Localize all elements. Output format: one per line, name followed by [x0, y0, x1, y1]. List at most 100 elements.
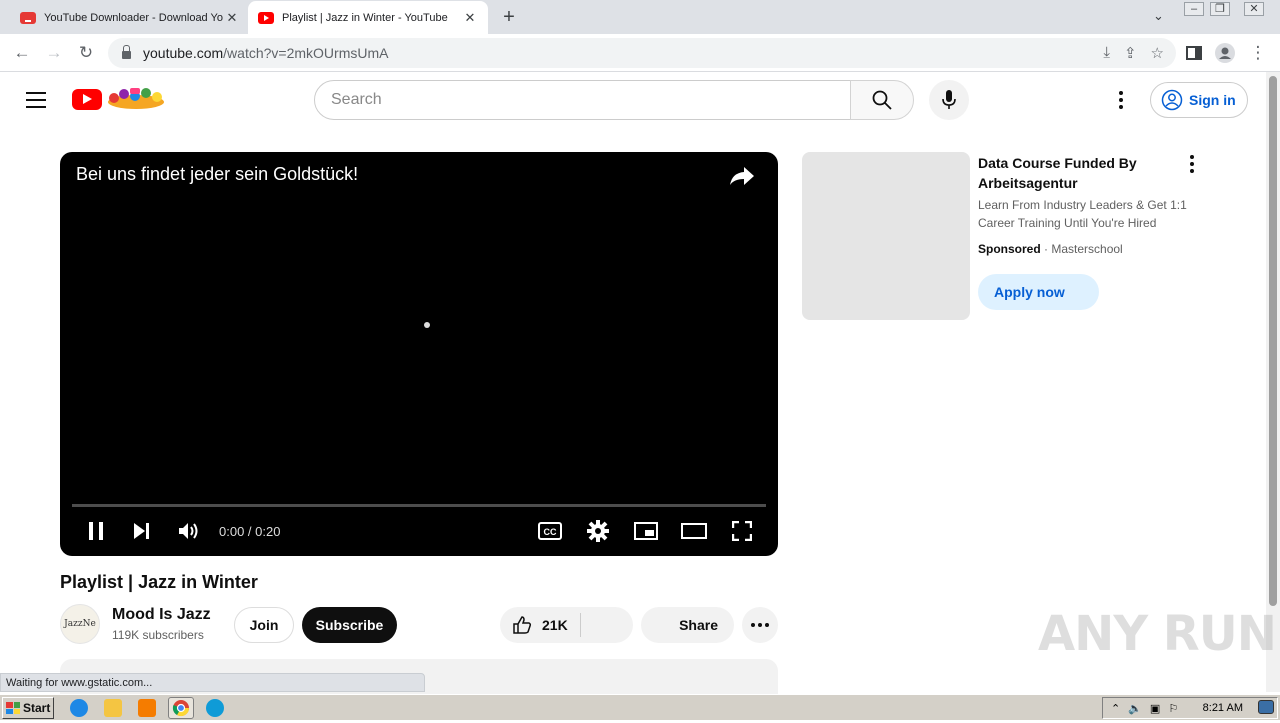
channel-name[interactable]: Mood Is Jazz: [112, 606, 211, 624]
like-count: 21K: [542, 617, 568, 633]
share-arrow-icon[interactable]: [728, 164, 756, 188]
restore-button[interactable]: ❐: [1210, 2, 1230, 16]
mute-button[interactable]: [171, 516, 207, 546]
tab-title: Playlist | Jazz in Winter - YouTube: [282, 11, 448, 24]
dislike-button[interactable]: [582, 607, 633, 643]
settings-button[interactable]: [580, 516, 616, 546]
sponsored-label: Sponsored: [978, 242, 1041, 256]
youtube-favicon-icon: [258, 11, 274, 24]
advertiser-name: Masterschool: [1051, 242, 1123, 256]
tray-expand-icon[interactable]: ⌃: [1111, 702, 1120, 715]
internet-explorer-icon[interactable]: [70, 699, 88, 717]
fullscreen-button[interactable]: [724, 516, 760, 546]
youtube-doodle-logo[interactable]: [106, 84, 166, 110]
share-button[interactable]: Share: [641, 607, 734, 643]
search-button[interactable]: [850, 80, 914, 120]
ad-thumbnail[interactable]: [802, 152, 970, 320]
miniplayer-icon: [634, 522, 658, 540]
tab-youtube-downloader[interactable]: YouTube Downloader - Download Yo ✕: [10, 1, 250, 34]
url-host: youtube.com: [143, 45, 224, 61]
time-display: 0:00 / 0:20: [219, 524, 281, 539]
page-scrollbar-thumb[interactable]: [1269, 76, 1277, 606]
ad-title[interactable]: Data Course Funded By Arbeitsagentur: [978, 153, 1168, 193]
url-path: /watch?v=2mkOUrmsUmA: [223, 45, 389, 61]
like-dislike-group: 21K: [500, 607, 633, 643]
progress-bar[interactable]: [72, 504, 766, 507]
video-player[interactable]: Bei uns findet jeder sein Goldstück! 0:0…: [60, 152, 778, 556]
sign-in-label: Sign in: [1189, 92, 1236, 108]
chrome-taskbar-button[interactable]: [168, 697, 194, 719]
browser-toolbar: ← → ↻ youtube.com/watch?v=2mkOUrmsUmA ⤓ …: [0, 34, 1280, 72]
lock-icon: [122, 45, 131, 59]
next-button[interactable]: [124, 516, 160, 546]
channel-avatar[interactable]: JazzNe: [60, 604, 100, 644]
search-input[interactable]: [331, 91, 850, 109]
join-button[interactable]: Join: [234, 607, 294, 643]
flag-tray-icon[interactable]: ⚐: [1168, 702, 1178, 715]
start-label: Start: [23, 701, 51, 715]
network-tray-icon[interactable]: ▣: [1150, 702, 1160, 715]
apply-now-button[interactable]: Apply now: [978, 274, 1099, 310]
subtitles-button[interactable]: CC: [532, 516, 568, 546]
channel-avatar-text: JazzNe: [64, 619, 96, 629]
settings-more-icon[interactable]: [1110, 89, 1132, 111]
tab-title: YouTube Downloader - Download Yo: [44, 11, 223, 24]
theater-mode-icon: [681, 523, 707, 539]
pause-button[interactable]: [78, 516, 114, 546]
tab-youtube-playlist[interactable]: Playlist | Jazz in Winter - YouTube ✕: [248, 1, 488, 34]
reload-icon[interactable]: ↻: [74, 41, 98, 65]
miniplayer-button[interactable]: [628, 516, 664, 546]
media-player-icon[interactable]: [138, 699, 156, 717]
download-favicon-icon: [20, 11, 36, 24]
tab-search-chevron-icon[interactable]: ⌄: [1153, 8, 1164, 24]
browser-tab-bar: YouTube Downloader - Download Yo ✕ Playl…: [0, 0, 1280, 34]
gear-icon: [587, 520, 609, 542]
chrome-menu-icon[interactable]: ⋮: [1246, 41, 1270, 65]
profile-avatar-icon[interactable]: [1213, 41, 1237, 65]
back-arrow-icon[interactable]: ←: [10, 41, 34, 65]
youtube-logo-icon[interactable]: [72, 89, 102, 110]
edge-icon[interactable]: [206, 699, 224, 717]
volume-icon: [179, 523, 198, 539]
like-button[interactable]: 21K: [512, 615, 568, 635]
close-tab-icon[interactable]: ✕: [224, 10, 240, 26]
hamburger-menu-icon[interactable]: [26, 92, 46, 108]
start-button[interactable]: Start: [2, 697, 54, 719]
youtube-header: Sign in: [0, 72, 1266, 128]
fullscreen-icon: [732, 521, 752, 541]
side-panel-icon[interactable]: [1182, 41, 1206, 65]
sign-in-button[interactable]: Sign in: [1150, 82, 1248, 118]
file-explorer-icon[interactable]: [104, 699, 122, 717]
microphone-icon: [942, 90, 956, 109]
close-window-button[interactable]: ✕: [1244, 2, 1264, 16]
account-circle-icon: [1161, 89, 1183, 111]
loading-spinner: [424, 322, 430, 328]
share-page-icon[interactable]: ⇪: [1124, 44, 1137, 62]
search-icon: [872, 90, 892, 110]
closed-captions-icon: CC: [538, 522, 562, 540]
new-tab-button[interactable]: +: [498, 6, 520, 29]
anyrun-watermark: ANY RUN: [1038, 606, 1277, 662]
theater-mode-button[interactable]: [676, 516, 712, 546]
clock: 8:21 AM: [1202, 702, 1243, 714]
windows-taskbar: Start ⌃ 🔈 ▣ ⚐ 8:21 AM: [0, 694, 1280, 720]
bookmark-star-icon[interactable]: ☆: [1151, 44, 1164, 62]
show-desktop-icon[interactable]: [1258, 700, 1274, 714]
minimize-button[interactable]: –: [1184, 2, 1204, 16]
address-bar[interactable]: youtube.com/watch?v=2mkOUrmsUmA ⤓ ⇪ ☆: [108, 38, 1176, 68]
search-box[interactable]: [314, 80, 851, 120]
forward-arrow-icon[interactable]: →: [42, 41, 66, 65]
system-tray: ⌃ 🔈 ▣ ⚐ 8:21 AM: [1102, 697, 1278, 719]
voice-search-button[interactable]: [929, 80, 969, 120]
close-tab-icon[interactable]: ✕: [462, 10, 478, 26]
volume-tray-icon[interactable]: 🔈: [1128, 702, 1142, 715]
video-title: Playlist | Jazz in Winter: [60, 572, 258, 592]
browser-status-bubble: Waiting for www.gstatic.com...: [0, 673, 425, 692]
ad-more-icon[interactable]: [1182, 155, 1202, 173]
install-app-icon[interactable]: ⤓: [1103, 44, 1110, 62]
skip-next-icon: [134, 523, 149, 539]
subscribe-button[interactable]: Subscribe: [302, 607, 397, 643]
pause-icon: [89, 522, 103, 540]
more-actions-button[interactable]: [742, 607, 778, 643]
svg-text:CC: CC: [544, 527, 557, 537]
